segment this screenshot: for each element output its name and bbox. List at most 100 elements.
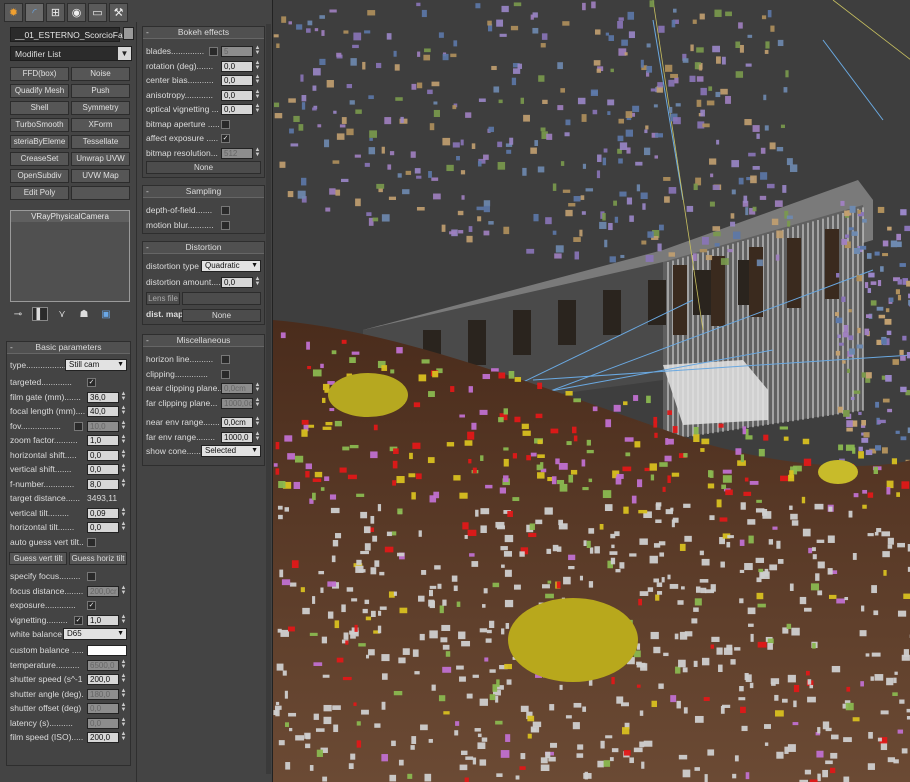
dist-map-button[interactable]: None	[182, 308, 261, 322]
latency-spinner[interactable]: 0,0	[87, 717, 119, 729]
distortion-amount-spinner[interactable]: 0,0	[221, 277, 253, 288]
rollout-header[interactable]: - Miscellaneous	[143, 335, 264, 347]
leaf	[364, 162, 370, 167]
modifier-button[interactable]: Noise	[71, 67, 130, 81]
modifier-list-dropdown[interactable]: Modifier List ▼	[10, 46, 132, 61]
modify-tab-icon[interactable]: ◜	[25, 3, 44, 22]
pin-stack-icon[interactable]: ⊸	[10, 307, 26, 321]
object-name-field[interactable]: __01_ESTERNO_ScorcioFac	[10, 27, 127, 42]
lens-file-path[interactable]	[182, 291, 261, 305]
rollout-header[interactable]: - Basic parameters	[7, 342, 130, 354]
flower	[529, 523, 535, 530]
modifier-button[interactable]: CreaseSet	[10, 152, 69, 166]
center-bias-spinner[interactable]: 0,0	[221, 75, 253, 86]
leaf	[864, 282, 869, 289]
modifier-button[interactable]: XForm	[71, 118, 130, 132]
vertical-tilt-spinner[interactable]: 0,09	[87, 507, 119, 519]
near-env-range-spinner[interactable]: 0,0cm	[221, 417, 253, 428]
far-clipping-spinner[interactable]: 1000,0c	[221, 397, 253, 409]
modifier-button[interactable]: OpenSubdiv	[10, 169, 69, 183]
shutter-speed-spinner[interactable]: 200,0	[87, 674, 119, 685]
modifier-button[interactable]: UVW Map	[71, 169, 130, 183]
horizontal-shift-spinner[interactable]: 0,0	[87, 449, 119, 461]
modifier-stack[interactable]: VRayPhysicalCamera	[10, 210, 130, 302]
modifier-button[interactable]: Unwrap UVW	[71, 152, 130, 166]
affect-exposure-checkbox[interactable]: ✓	[221, 134, 230, 143]
film-gate-spinner[interactable]: 36,0	[87, 391, 119, 403]
motion-tab-icon[interactable]: ◉	[67, 3, 86, 22]
specify-focus-checkbox[interactable]	[87, 572, 96, 581]
shutter-angle-spinner[interactable]: 180,0	[87, 688, 119, 700]
modifier-button[interactable]: TurboSmooth	[10, 118, 69, 132]
command-panel-scrollbar[interactable]	[266, 24, 271, 774]
distortion-type-select[interactable]: Quadratic ▼	[201, 260, 261, 272]
modifier-button-empty[interactable]	[71, 186, 130, 200]
focus-distance-spinner[interactable]: 200,0cr	[87, 585, 119, 597]
bitmap-aperture-checkbox[interactable]	[221, 119, 230, 129]
hierarchy-tab-icon[interactable]: ⊞	[46, 3, 65, 22]
auto-guess-checkbox[interactable]	[87, 537, 96, 547]
leaf	[745, 63, 752, 67]
exposure-checkbox[interactable]: ✓	[87, 601, 96, 610]
modifier-button[interactable]: steriaByEleme	[10, 135, 69, 149]
rollout-header[interactable]: - Sampling	[143, 186, 264, 198]
film-speed-spinner[interactable]: 200,0	[87, 732, 119, 743]
horizon-line-checkbox[interactable]	[221, 355, 230, 364]
fov-checkbox[interactable]	[74, 421, 83, 431]
fov-spinner[interactable]: 10,0	[87, 420, 119, 432]
custom-balance-swatch[interactable]	[87, 645, 127, 656]
make-unique-icon[interactable]: ⋎	[54, 307, 70, 321]
blades-checkbox[interactable]	[209, 47, 218, 56]
near-clipping-spinner[interactable]: 0,0cm	[221, 383, 253, 394]
shutter-offset-spinner[interactable]: 0,0	[87, 703, 119, 714]
rollout-header[interactable]: - Bokeh effects	[143, 27, 264, 39]
flower	[791, 520, 799, 526]
far-env-range-spinner[interactable]: 1000,0	[221, 431, 253, 443]
bitmap-resolution-spinner[interactable]: 512	[221, 147, 253, 159]
modifier-button[interactable]: Edit Poly	[10, 186, 69, 200]
motion-blur-checkbox[interactable]	[221, 220, 230, 230]
flower	[322, 383, 330, 391]
temperature-spinner[interactable]: 6500,0	[87, 659, 119, 671]
stack-toolbar: ⊸ ▌ ⋎ ☗ ▣	[10, 306, 132, 322]
guess-horiz-tilt-button[interactable]: Guess horiz tilt	[69, 552, 127, 565]
create-tab-sun-icon[interactable]: ✹	[4, 3, 23, 22]
show-end-result-icon[interactable]: ▌	[32, 307, 48, 321]
bitmap-none-button[interactable]: None	[146, 161, 261, 174]
stack-item[interactable]: VRayPhysicalCamera	[11, 211, 129, 222]
vertical-shift-spinner[interactable]: 0,0	[87, 464, 119, 475]
modifier-button[interactable]: Quadify Mesh	[10, 84, 69, 98]
guess-vert-tilt-button[interactable]: Guess vert tilt	[9, 552, 67, 565]
camera-type-select[interactable]: Still cam ▼	[65, 359, 127, 371]
rotation-spinner[interactable]: 0,0	[221, 60, 253, 72]
viewport[interactable]	[272, 0, 910, 782]
vignetting-spinner[interactable]: 1,0	[87, 614, 119, 626]
modifier-button[interactable]: Shell	[10, 101, 69, 115]
remove-modifier-icon[interactable]: ☗	[76, 307, 92, 321]
targeted-checkbox[interactable]: ✓	[87, 378, 96, 387]
configure-sets-icon[interactable]: ▣	[98, 307, 114, 321]
modifier-button[interactable]: Symmetry	[71, 101, 130, 115]
vignetting-checkbox[interactable]: ✓	[74, 615, 83, 625]
zoom-factor-spinner[interactable]: 1,0	[87, 435, 119, 446]
flower	[397, 552, 405, 557]
modifier-button[interactable]: FFD(box)	[10, 67, 69, 81]
f-number-spinner[interactable]: 8,0	[87, 478, 119, 490]
show-cone-select[interactable]: Selected ▼	[201, 445, 261, 457]
lens-file-button[interactable]: Lens file	[146, 291, 180, 305]
display-tab-icon[interactable]: ▭	[88, 3, 107, 22]
modifier-button[interactable]: Tessellate	[71, 135, 130, 149]
horizontal-tilt-spinner[interactable]: 0,0	[87, 522, 119, 533]
focal-length-spinner[interactable]: 40,0	[87, 406, 119, 417]
object-color-swatch[interactable]	[123, 27, 134, 40]
clipping-checkbox[interactable]	[221, 369, 230, 379]
leaf	[657, 82, 663, 88]
modifier-button[interactable]: Push	[71, 84, 130, 98]
utilities-tab-icon[interactable]: ⚒	[109, 3, 128, 22]
optical-vignetting-spinner[interactable]: 0,0	[221, 104, 253, 115]
anisotropy-spinner[interactable]: 0,0	[221, 89, 253, 101]
rollout-header[interactable]: - Distortion	[143, 242, 264, 254]
depth-of-field-checkbox[interactable]	[221, 206, 230, 215]
white-balance-select[interactable]: D65 ▼	[63, 628, 127, 640]
blades-spinner[interactable]: 5	[221, 46, 253, 57]
